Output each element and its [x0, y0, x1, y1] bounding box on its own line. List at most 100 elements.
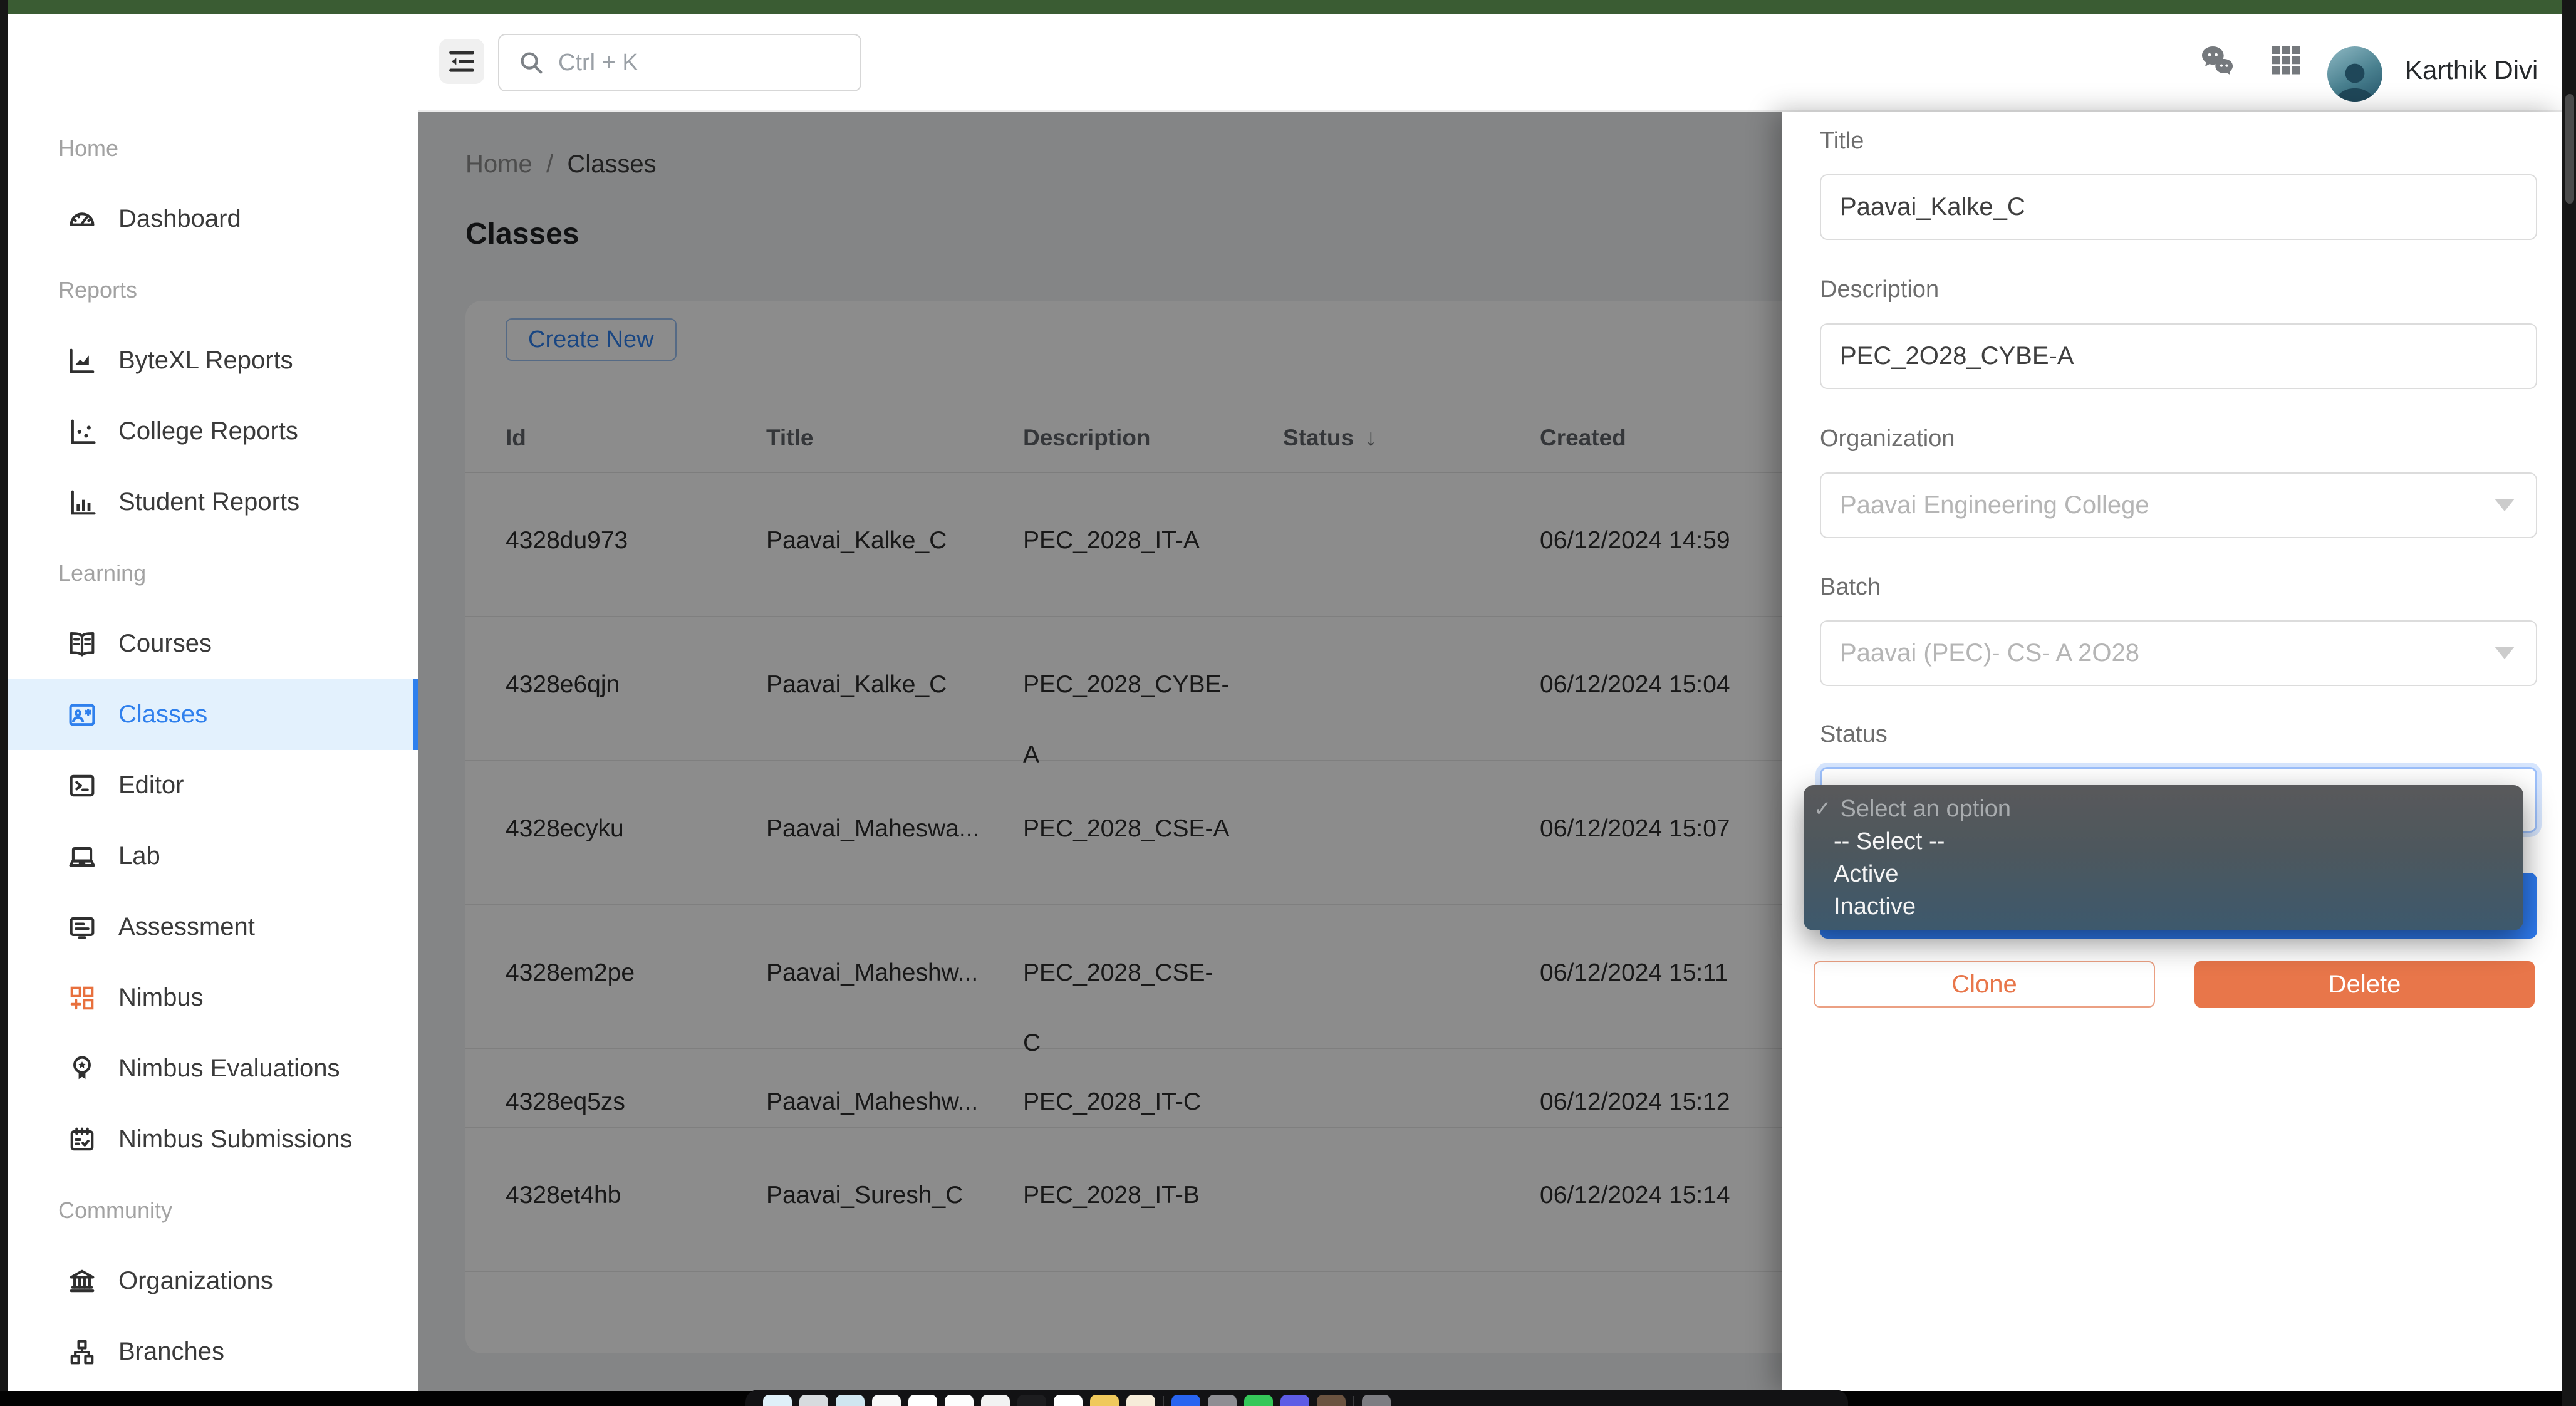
dock-app-icon[interactable] — [1244, 1395, 1273, 1406]
sidebar-item-label: Nimbus Submissions — [8, 1125, 352, 1153]
macos-dock[interactable] — [745, 1390, 1848, 1406]
sidebar-item-dashboard[interactable]: Dashboard — [8, 184, 418, 254]
user-avatar[interactable] — [2327, 46, 2382, 102]
sidebar-item-label: ByteXL Reports — [8, 346, 293, 375]
screen: byteXL Ctrl + K — [0, 0, 2576, 1406]
user-name[interactable]: Karthik Divi — [2405, 55, 2538, 85]
sidebar-item-label: College Reports — [8, 417, 298, 445]
status-field-label: Status — [1820, 721, 1888, 748]
description-input[interactable]: PEC_2O28_CYBE-A — [1820, 323, 2537, 389]
screen-edge — [2562, 0, 2576, 1406]
description-field-label: Description — [1820, 276, 1939, 303]
dock-app-icon[interactable] — [981, 1395, 1010, 1406]
dock-app-icon[interactable] — [1090, 1395, 1119, 1406]
delete-button[interactable]: Delete — [2194, 961, 2535, 1008]
organization-select[interactable]: Paavai Engineering College — [1820, 472, 2537, 538]
dock-app-icon[interactable] — [1362, 1395, 1391, 1406]
dropdown-option-select[interactable]: -- Select -- — [1804, 825, 2523, 858]
class-detail-drawer: Title Paavai_Kalke_C Description PEC_2O2… — [1782, 112, 2562, 1392]
sidebar-item-label: Nimbus — [8, 984, 204, 1012]
search-placeholder: Ctrl + K — [558, 49, 638, 76]
sidebar-item-branches[interactable]: Branches — [8, 1316, 418, 1387]
dock-app-icon[interactable] — [945, 1395, 974, 1406]
dock-app-icon[interactable] — [1208, 1395, 1237, 1406]
dock-app-icon[interactable] — [1317, 1395, 1346, 1406]
hierarchy-icon — [66, 1336, 98, 1368]
apps-grid-icon[interactable] — [2267, 41, 2307, 81]
sidebar-item-lab[interactable]: Lab — [8, 821, 418, 892]
sidebar-item-assessment[interactable]: Assessment — [8, 892, 418, 962]
sidebar-section-home: Home — [8, 113, 418, 184]
dock-app-icon[interactable] — [1280, 1395, 1309, 1406]
sidebar-section-reports: Reports — [8, 254, 418, 325]
book-icon — [66, 628, 98, 660]
batch-selected-value: Paavai (PEC)- CS- A 2O28 — [1840, 639, 2139, 667]
sidebar-item-organizations[interactable]: Organizations — [8, 1246, 418, 1316]
sidebar-item-label: Student Reports — [8, 488, 299, 516]
sidebar-item-bytexl-reports[interactable]: ByteXL Reports — [8, 325, 418, 396]
assessment-icon — [66, 911, 98, 944]
batch-field-label: Batch — [1820, 574, 1881, 601]
dropdown-option-active[interactable]: Active — [1804, 858, 2523, 890]
scatter-chart-icon — [66, 415, 98, 448]
clone-button[interactable]: Clone — [1814, 961, 2155, 1008]
sidebar-collapse-button[interactable] — [439, 39, 484, 84]
area-chart-icon — [66, 345, 98, 377]
sidebar-item-label: Courses — [8, 630, 212, 658]
bar-chart-icon — [66, 486, 98, 519]
dock-app-icon[interactable] — [1126, 1395, 1155, 1406]
dock-app-icon[interactable] — [1054, 1395, 1083, 1406]
sidebar: Home Dashboard Reports ByteXL Repor — [8, 14, 418, 1392]
sidebar-item-college-reports[interactable]: College Reports — [8, 396, 418, 467]
sidebar-item-label: Nimbus Evaluations — [8, 1054, 340, 1083]
page-scrollbar[interactable] — [2565, 94, 2574, 204]
os-menu-bar — [8, 0, 2562, 14]
title-field-label: Title — [1820, 128, 1864, 155]
dock-app-icon[interactable] — [1171, 1395, 1200, 1406]
dock-app-icon[interactable] — [836, 1395, 865, 1406]
sidebar-item-student-reports[interactable]: Student Reports — [8, 467, 418, 538]
title-input[interactable]: Paavai_Kalke_C — [1820, 174, 2537, 240]
global-search-input[interactable]: Ctrl + K — [498, 34, 861, 91]
indent-collapse-icon — [445, 45, 478, 78]
check-icon: ✓ — [1814, 796, 1832, 821]
chevron-down-icon — [2495, 499, 2515, 511]
dock-app-icon[interactable] — [872, 1395, 901, 1406]
dock-app-icon[interactable] — [908, 1395, 937, 1406]
dock-app-icon[interactable] — [799, 1395, 828, 1406]
status-dropdown-menu: ✓ Select an option -- Select -- Active I… — [1804, 785, 2523, 930]
dock-app-icon[interactable] — [1017, 1395, 1046, 1406]
dashboard-gauge-icon — [66, 203, 98, 236]
dock-app-icon[interactable] — [763, 1395, 792, 1406]
dropdown-option-select-an-option[interactable]: ✓ Select an option — [1804, 793, 2523, 825]
organization-field-label: Organization — [1820, 425, 1955, 452]
sidebar-item-label: Branches — [8, 1338, 224, 1366]
search-icon — [517, 48, 546, 77]
dropdown-option-inactive[interactable]: Inactive — [1804, 890, 2523, 923]
sidebar-item-nimbus-evaluations[interactable]: Nimbus Evaluations — [8, 1033, 418, 1104]
dock-separator — [1163, 1396, 1164, 1406]
laptop-icon — [66, 840, 98, 873]
terminal-icon — [66, 769, 98, 802]
nimbus-icon — [66, 982, 98, 1014]
sidebar-item-nimbus-submissions[interactable]: Nimbus Submissions — [8, 1104, 418, 1175]
chat-icon[interactable] — [2197, 41, 2237, 81]
organization-selected-value: Paavai Engineering College — [1840, 491, 2149, 519]
sidebar-item-courses[interactable]: Courses — [8, 608, 418, 679]
app-window: byteXL Ctrl + K — [8, 14, 2562, 1392]
sidebar-item-nimbus[interactable]: Nimbus — [8, 962, 418, 1033]
sidebar-item-label: Dashboard — [8, 205, 241, 233]
sidebar-item-classes[interactable]: Classes — [8, 679, 418, 750]
sidebar-section-community: Community — [8, 1175, 418, 1246]
medal-icon — [66, 1053, 98, 1085]
sidebar-item-editor[interactable]: Editor — [8, 750, 418, 821]
dock-separator — [1353, 1396, 1354, 1406]
chevron-down-icon — [2495, 647, 2515, 659]
classes-icon — [66, 699, 98, 731]
sidebar-item-label: Assessment — [8, 913, 255, 941]
batch-select[interactable]: Paavai (PEC)- CS- A 2O28 — [1820, 620, 2537, 686]
sidebar-item-label: Organizations — [8, 1267, 273, 1295]
sidebar-section-learning: Learning — [8, 538, 418, 608]
sidebar-item-label: Classes — [8, 700, 207, 729]
bank-icon — [66, 1265, 98, 1298]
